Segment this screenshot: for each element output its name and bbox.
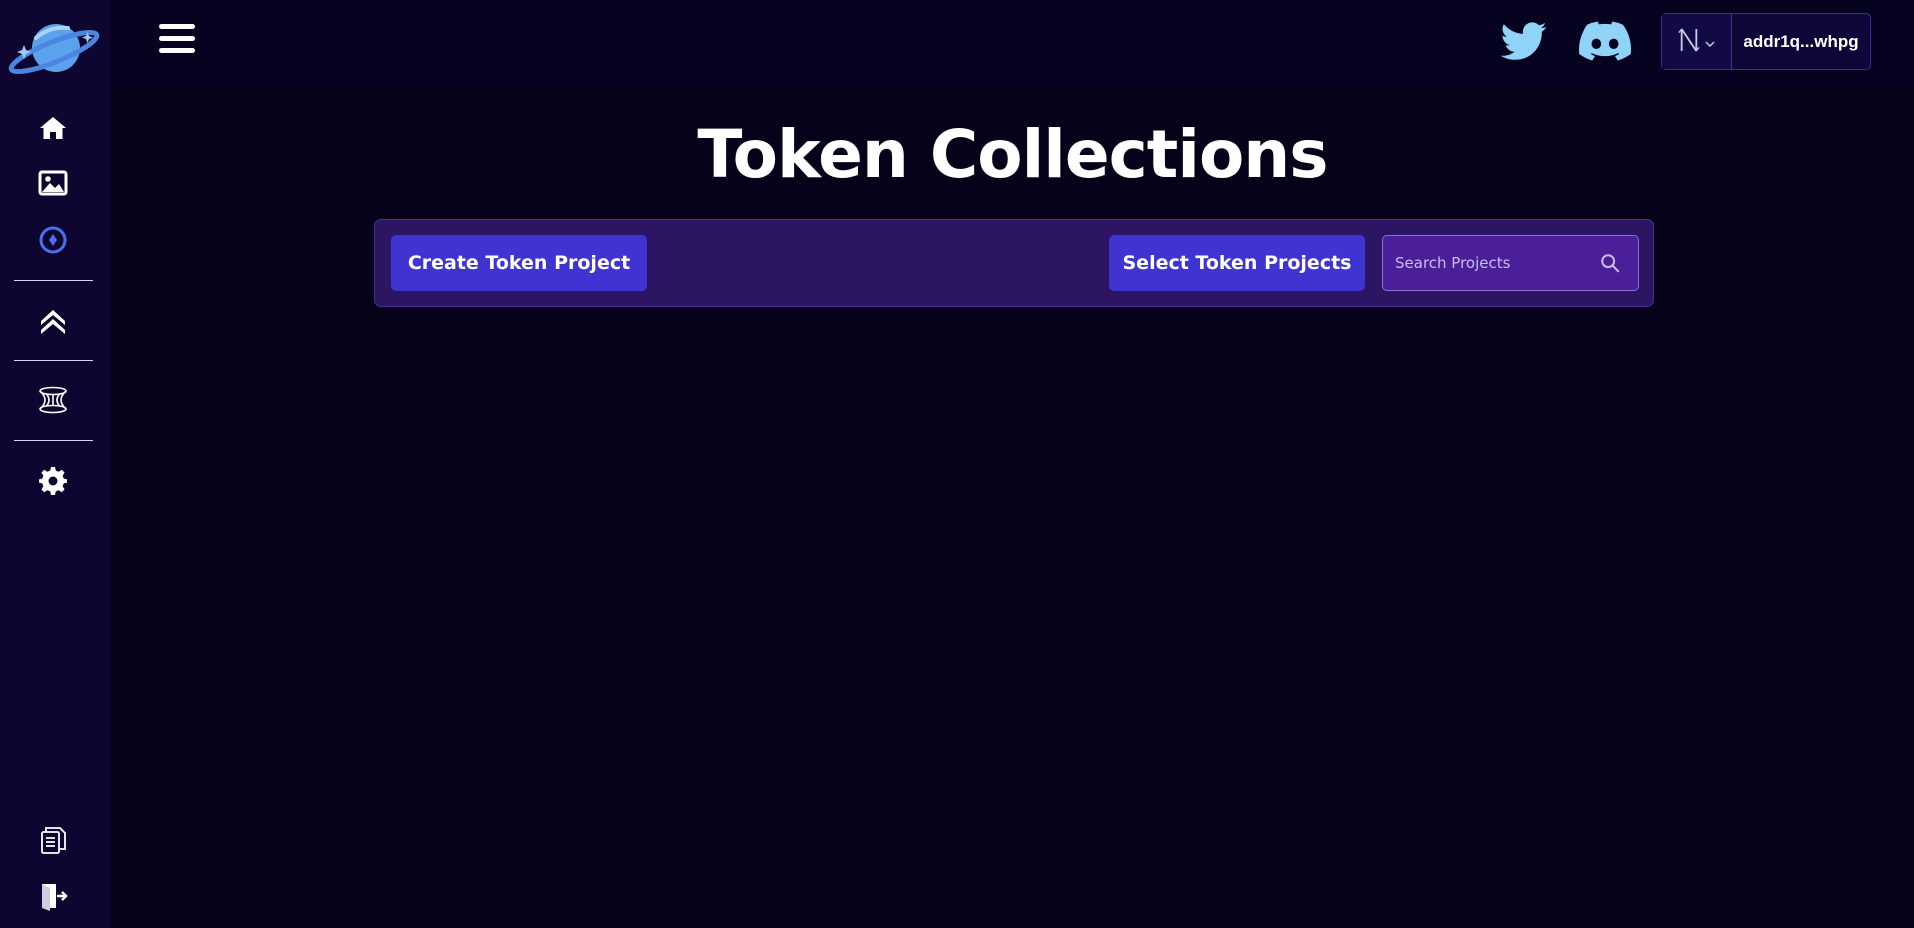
sidebar-divider	[14, 360, 93, 361]
logout-icon[interactable]	[36, 879, 70, 913]
hamburger-menu-icon[interactable]	[159, 24, 197, 58]
wallet-selector[interactable]	[1662, 14, 1732, 69]
token-icon[interactable]	[36, 223, 70, 257]
sidebar-divider	[14, 280, 93, 281]
wormhole-icon[interactable]	[36, 383, 70, 417]
top-header: addr1q...whpg	[111, 0, 1914, 84]
sidebar-divider	[14, 440, 93, 441]
search-input[interactable]	[1383, 236, 1598, 290]
double-chevron-up-icon[interactable]	[36, 303, 70, 337]
discord-icon[interactable]	[1579, 18, 1632, 64]
wallet-address: addr1q...whpg	[1743, 31, 1859, 51]
gear-icon[interactable]	[36, 463, 70, 497]
toolbar: Create Token Project Select Token Projec…	[374, 219, 1654, 307]
search-icon[interactable]	[1598, 251, 1622, 275]
page-title: Token Collections	[697, 116, 1328, 193]
image-icon[interactable]	[36, 166, 70, 200]
search-box	[1382, 235, 1639, 291]
home-icon[interactable]	[36, 111, 70, 145]
wallet-button[interactable]: addr1q...whpg	[1661, 13, 1871, 70]
select-token-projects-button[interactable]: Select Token Projects	[1109, 235, 1365, 291]
twitter-icon[interactable]	[1499, 18, 1551, 64]
chevron-down-icon	[1705, 32, 1715, 51]
documents-icon[interactable]	[36, 823, 70, 857]
create-token-project-button[interactable]: Create Token Project	[391, 235, 647, 291]
sidebar	[0, 0, 111, 928]
nami-wallet-icon	[1678, 25, 1700, 59]
planet-logo-icon[interactable]	[6, 16, 102, 76]
